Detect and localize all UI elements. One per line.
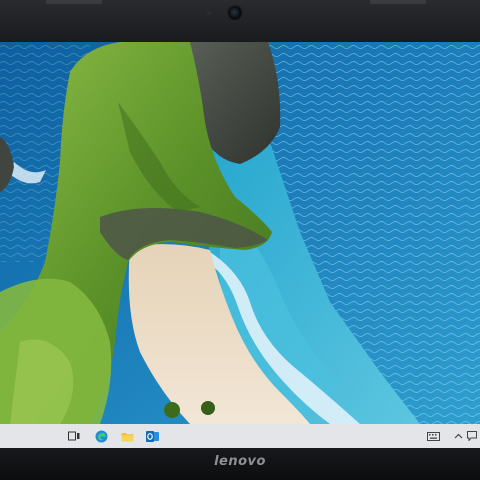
laptop-monitor: lenovo xyxy=(0,0,480,480)
keyboard-tray-button[interactable] xyxy=(425,428,441,444)
edge-button[interactable] xyxy=(93,428,109,444)
webcam-led xyxy=(207,11,211,15)
outlook-button[interactable] xyxy=(144,428,160,444)
taskbar xyxy=(0,424,480,448)
task-view-icon xyxy=(68,431,80,441)
edge-icon xyxy=(95,430,107,442)
keyboard-icon xyxy=(426,431,440,441)
chevron-up-icon xyxy=(454,433,462,439)
desktop-wallpaper[interactable] xyxy=(0,42,480,424)
outlook-icon xyxy=(145,430,159,442)
brand-logo: lenovo xyxy=(214,454,266,469)
folder-icon xyxy=(121,432,133,441)
action-center-button[interactable] xyxy=(464,428,480,444)
bezel-hinge-right xyxy=(370,0,426,4)
task-view-button[interactable] xyxy=(66,428,82,444)
top-bezel xyxy=(0,0,480,42)
bezel-hinge-left xyxy=(46,0,102,4)
file-explorer-button[interactable] xyxy=(119,428,135,444)
wallpaper-image xyxy=(0,42,480,424)
webcam xyxy=(228,6,242,20)
notification-icon xyxy=(467,431,477,441)
